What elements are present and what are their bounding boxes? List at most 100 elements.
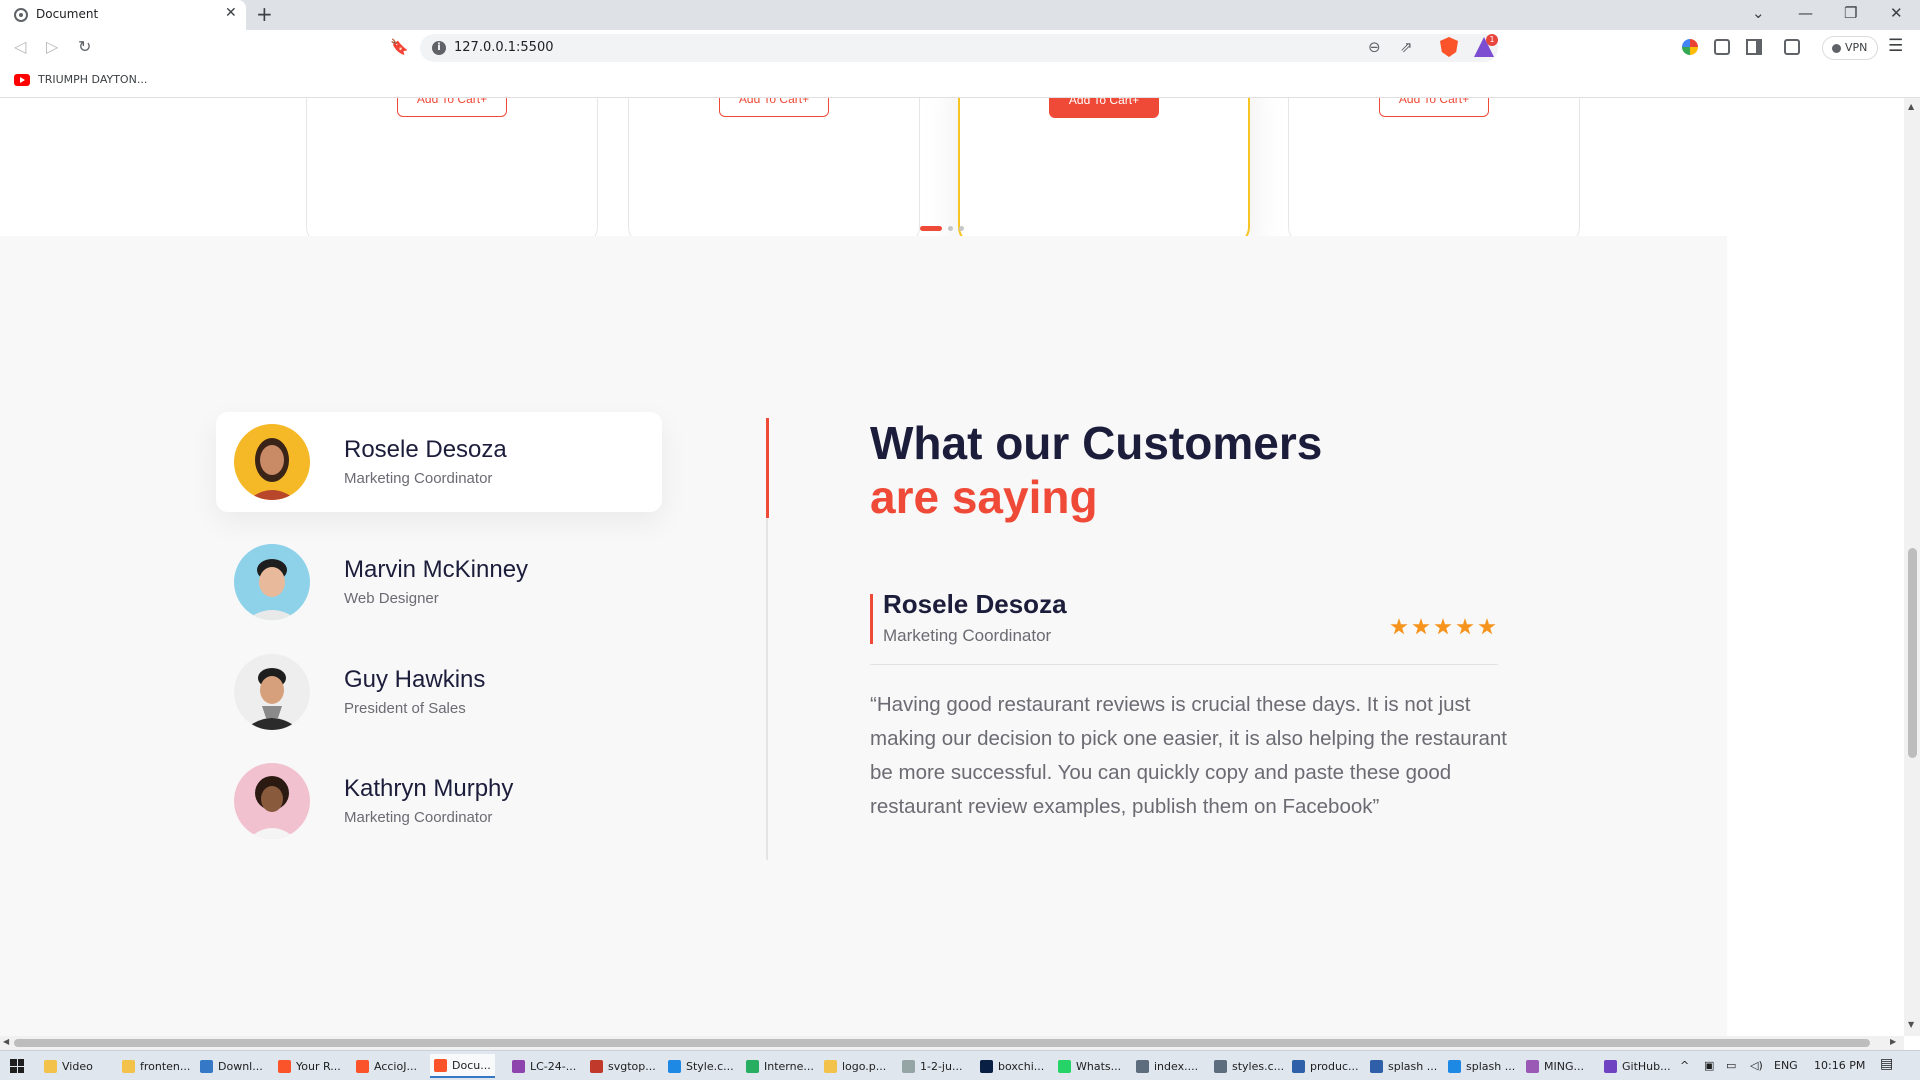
taskbar-app-label: index.... <box>1154 1059 1199 1073</box>
battery-icon[interactable]: ▭ <box>1726 1059 1736 1072</box>
taskbar-app[interactable]: Whats... <box>1054 1054 1125 1078</box>
minimize-button[interactable]: — <box>1798 4 1813 22</box>
taskbar-app-label: 1-2-ju... <box>920 1059 963 1073</box>
reload-icon[interactable]: ↻ <box>78 37 91 56</box>
url-text[interactable]: 127.0.0.1:5500 <box>454 40 554 55</box>
share-icon[interactable]: ⇗ <box>1400 38 1413 56</box>
tab-document[interactable]: Document ✕ <box>0 0 246 30</box>
quote-author-role: Marketing Coordinator <box>883 626 1052 645</box>
avatar <box>234 544 310 620</box>
windows-start-icon[interactable] <box>10 1059 24 1073</box>
taskbar-app[interactable]: LC-24-... <box>508 1054 580 1078</box>
heading-line-2: are saying <box>870 471 1098 523</box>
bookmark-icon[interactable]: 🔖 <box>390 38 409 56</box>
color-extension-icon[interactable] <box>1682 39 1698 55</box>
add-to-cart-button[interactable]: Add To Cart+ <box>719 98 829 117</box>
taskbar-app[interactable]: splash ... <box>1366 1054 1441 1078</box>
carousel-dot[interactable] <box>948 226 953 231</box>
taskbar-app[interactable]: produc... <box>1288 1054 1363 1078</box>
forward-icon[interactable]: ▷ <box>46 37 58 56</box>
app-icon <box>1604 1059 1617 1073</box>
testimonial-person-rosele[interactable]: Rosele Desoza Marketing Coordinator <box>216 412 662 512</box>
address-bar[interactable]: i 127.0.0.1:5500 ⊖ ⇗ 1 <box>420 34 1498 62</box>
scroll-down-icon[interactable]: ▼ <box>1908 1020 1914 1029</box>
product-card[interactable]: Add To Cart+ <box>306 98 598 245</box>
tray-chevron-icon[interactable]: ^ <box>1680 1059 1689 1072</box>
zoom-icon[interactable]: ⊖ <box>1368 38 1381 56</box>
carousel-dot[interactable] <box>959 226 964 231</box>
taskbar-app[interactable]: Style.c... <box>664 1054 738 1078</box>
close-window-button[interactable]: ✕ <box>1890 4 1903 22</box>
taskbar-app[interactable]: svgtop... <box>586 1054 660 1078</box>
network-icon[interactable]: ▣ <box>1704 1059 1714 1072</box>
app-icon <box>278 1059 291 1073</box>
scroll-left-icon[interactable]: ◀ <box>3 1037 9 1046</box>
add-to-cart-button[interactable]: Add To Cart+ <box>397 98 507 117</box>
restore-button[interactable]: ❐ <box>1844 4 1857 22</box>
person-role: Web Designer <box>344 590 439 607</box>
taskbar-app[interactable]: boxchi... <box>976 1054 1048 1078</box>
carousel-dot-active[interactable] <box>920 226 942 231</box>
bookmark-label: TRIUMPH DAYTON... <box>38 73 148 86</box>
taskbar-app[interactable]: AccioJ... <box>352 1054 421 1078</box>
taskbar-app[interactable]: 1-2-ju... <box>898 1054 966 1078</box>
wallet-icon[interactable] <box>1784 39 1800 55</box>
taskbar-app[interactable]: Video <box>40 1054 97 1078</box>
product-card-active[interactable]: Add To Cart+ <box>958 98 1250 245</box>
tab-close-icon[interactable]: ✕ <box>225 5 237 21</box>
taskbar-app-label: AccioJ... <box>374 1059 417 1073</box>
volume-icon[interactable]: ◁) <box>1750 1059 1763 1072</box>
clock[interactable]: 10:16 PM <box>1814 1059 1865 1072</box>
vertical-scrollbar[interactable]: ▲ ▼ <box>1904 98 1920 1036</box>
product-card[interactable]: Add To Cart+ <box>628 98 920 245</box>
person-role: Marketing Coordinator <box>344 809 493 826</box>
scroll-thumb[interactable] <box>1908 548 1917 758</box>
add-to-cart-button[interactable]: Add To Cart+ <box>1049 98 1159 118</box>
taskbar-app-label: boxchi... <box>998 1059 1045 1073</box>
sidebar-icon[interactable] <box>1746 39 1762 55</box>
taskbar-app[interactable]: fronten... <box>118 1054 194 1078</box>
taskbar-app[interactable]: splash ... <box>1444 1054 1519 1078</box>
testimonial-person-marvin[interactable]: Marvin McKinney Web Designer <box>216 532 662 632</box>
horizontal-scrollbar[interactable]: ◀ ▶ <box>0 1036 1904 1050</box>
back-icon[interactable]: ◁ <box>14 37 26 56</box>
avatar <box>234 654 310 730</box>
taskbar-app[interactable]: Docu... <box>430 1054 495 1078</box>
scroll-right-icon[interactable]: ▶ <box>1890 1037 1896 1046</box>
rating-stars <box>1390 618 1496 636</box>
testimonial-person-kathryn[interactable]: Kathryn Murphy Marketing Coordinator <box>216 751 662 851</box>
quote-divider <box>870 664 1498 665</box>
app-icon <box>1136 1059 1149 1073</box>
vpn-button[interactable]: VPN <box>1822 36 1878 60</box>
tab-search-icon[interactable]: ⌄ <box>1752 4 1765 22</box>
star-icon <box>1390 618 1408 635</box>
taskbar-app[interactable]: index.... <box>1132 1054 1202 1078</box>
menu-icon[interactable]: ☰ <box>1888 36 1903 56</box>
scroll-up-icon[interactable]: ▲ <box>1908 102 1914 111</box>
avatar <box>234 424 310 500</box>
taskbar-app-label: Video <box>62 1059 93 1073</box>
site-info-icon[interactable]: i <box>432 41 446 55</box>
extensions-icon[interactable] <box>1714 39 1730 55</box>
taskbar-app[interactable]: Your R... <box>274 1054 345 1078</box>
add-to-cart-button[interactable]: Add To Cart+ <box>1379 98 1489 117</box>
bookmark-item[interactable]: TRIUMPH DAYTON... <box>14 73 147 86</box>
taskbar-app[interactable]: GitHub... <box>1600 1054 1675 1078</box>
taskbar-app[interactable]: Interne... <box>742 1054 818 1078</box>
new-tab-button[interactable]: + <box>256 2 273 26</box>
browser-toolbar: ◁ ▷ ↻ 🔖 i 127.0.0.1:5500 ⊖ ⇗ 1 VPN ☰ <box>0 30 1920 66</box>
brave-shields-icon[interactable] <box>1440 37 1458 57</box>
quote-accent-bar <box>870 594 873 644</box>
taskbar-app[interactable]: Downl... <box>196 1054 267 1078</box>
language-indicator[interactable]: ENG <box>1774 1059 1798 1072</box>
scroll-thumb-horizontal[interactable] <box>14 1039 1870 1047</box>
vertical-divider <box>766 418 769 860</box>
person-role: Marketing Coordinator <box>344 470 493 487</box>
taskbar-app[interactable]: logo.p... <box>820 1054 890 1078</box>
testimonial-person-guy[interactable]: Guy Hawkins President of Sales <box>216 642 662 742</box>
notifications-icon[interactable]: ▤ <box>1880 1056 1893 1072</box>
taskbar-app[interactable]: styles.c... <box>1210 1054 1288 1078</box>
divider-accent <box>766 418 769 518</box>
taskbar-app[interactable]: MING... <box>1522 1054 1588 1078</box>
product-card[interactable]: Add To Cart+ <box>1288 98 1580 245</box>
